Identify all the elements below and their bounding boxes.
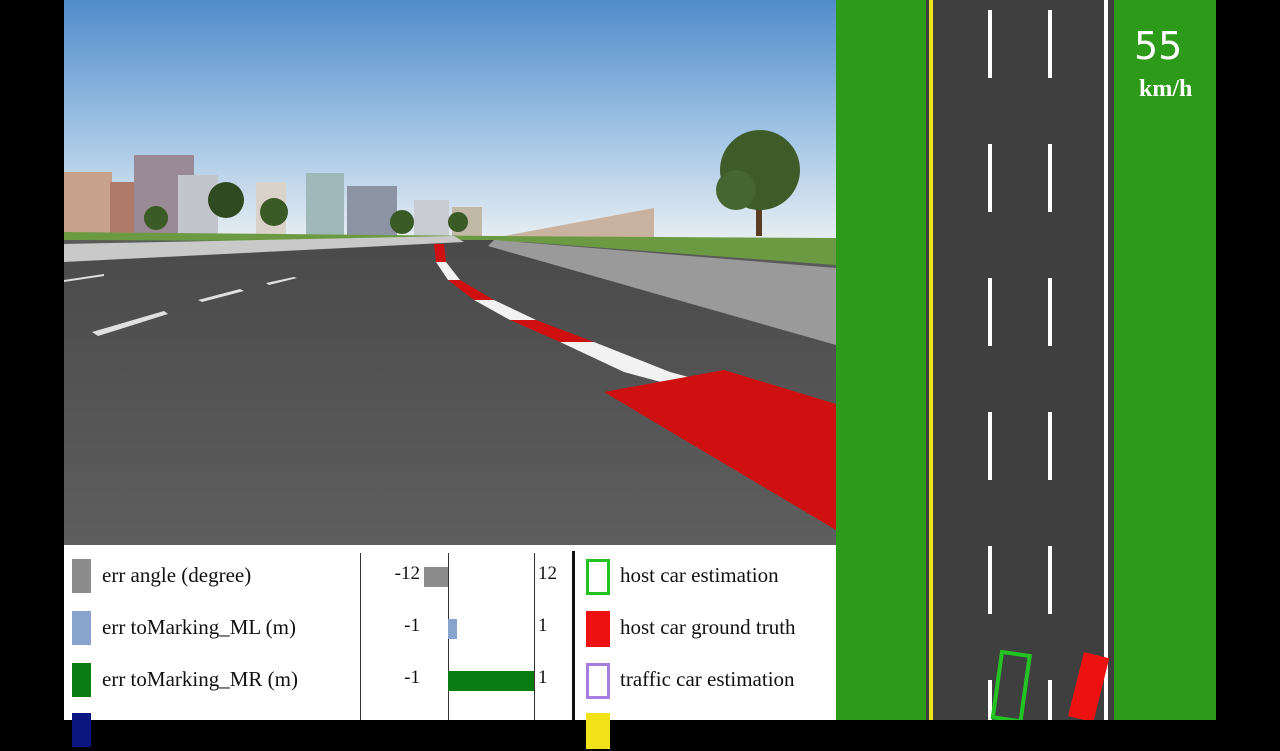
- error-panel: err angle (degree) -12 err toMarking_ML …: [64, 545, 836, 749]
- error-color-swatch: [72, 611, 91, 645]
- legend-swatch-traffic-ground-truth: [586, 713, 610, 749]
- grass-right: [1114, 0, 1216, 720]
- speed-unit: km/h: [1139, 76, 1193, 102]
- error-min: -1: [404, 615, 420, 636]
- error-row: err angle (degree) -12: [64, 557, 424, 597]
- lane-dash: [988, 10, 992, 78]
- legend-item: traffic car estimation: [586, 661, 836, 701]
- lane-dash: [988, 144, 992, 212]
- error-label: err angle (degree): [102, 563, 252, 587]
- lane-dash: [1048, 144, 1052, 212]
- top-down-road-view: [836, 0, 1216, 720]
- lane-dash: [1048, 680, 1052, 720]
- legend-swatch-traffic-estimation: [586, 663, 610, 699]
- lane-dash: [1048, 10, 1052, 78]
- bar-chart-divider-right: [534, 553, 535, 720]
- error-label: err toMarking_ML (m): [102, 615, 297, 639]
- error-bar: [448, 619, 457, 639]
- error-color-swatch: [72, 713, 91, 747]
- legend-item: [586, 711, 836, 751]
- right-letterbox: [1216, 0, 1280, 720]
- speed-value: 55: [1134, 24, 1183, 68]
- right-edge-line: [1104, 0, 1108, 720]
- error-min: -12: [394, 563, 420, 584]
- legend-swatch-host-ground-truth: [586, 611, 610, 647]
- lane-dash: [1048, 278, 1052, 346]
- legend-item: host car estimation: [586, 557, 836, 597]
- legend-label: host car estimation: [620, 563, 779, 587]
- lane-dash: [988, 278, 992, 346]
- error-bar: [423, 567, 448, 587]
- error-row: [64, 711, 424, 751]
- error-bar: [448, 671, 534, 691]
- lane-dash: [988, 546, 992, 614]
- driver-camera-view: [64, 0, 836, 545]
- left-letterbox: [0, 0, 64, 720]
- error-min: -1: [404, 667, 420, 688]
- lane-dash: [988, 412, 992, 480]
- legend-label: traffic car estimation: [620, 667, 795, 691]
- camera-scene: [64, 0, 836, 545]
- error-max: 12: [538, 563, 557, 584]
- error-max: 1: [538, 615, 548, 636]
- error-row: err toMarking_MR (m) -1: [64, 661, 424, 701]
- error-label: err toMarking_MR (m): [102, 667, 298, 691]
- grass-left: [836, 0, 926, 720]
- error-color-swatch: [72, 663, 91, 697]
- lane-dash: [1048, 546, 1052, 614]
- error-row: err toMarking_ML (m) -1: [64, 609, 424, 649]
- legend-swatch-host-estimation: [586, 559, 610, 595]
- error-color-swatch: [72, 559, 91, 593]
- error-max: 1: [538, 667, 548, 688]
- legend-label: host car ground truth: [620, 615, 796, 639]
- lane-dash: [1048, 412, 1052, 480]
- legend-divider: [572, 551, 575, 720]
- left-edge-line: [929, 0, 933, 720]
- lane-map: [836, 0, 1216, 720]
- road-surface: [926, 0, 1114, 720]
- legend-item: host car ground truth: [586, 609, 836, 649]
